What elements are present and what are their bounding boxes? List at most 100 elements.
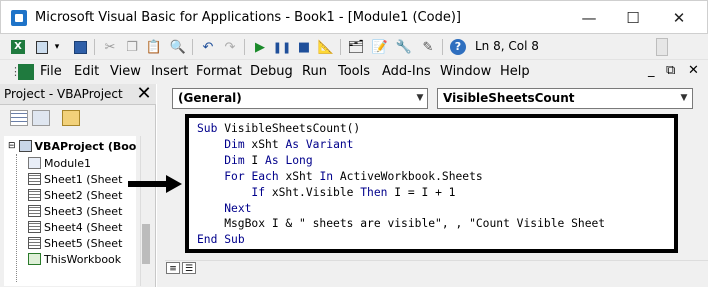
code-editor[interactable]: Sub VisibleSheetsCount() Dim xSht As Var… xyxy=(185,114,678,253)
break-icon[interactable]: ❚❚ xyxy=(272,37,292,57)
menu-insert[interactable]: Insert xyxy=(151,64,188,79)
tree-node-sheet4[interactable]: Sheet4 (Sheet xyxy=(28,219,122,235)
chevron-down-icon[interactable]: ▼ xyxy=(677,90,691,107)
menu-tools[interactable]: Tools xyxy=(338,64,370,79)
project-pane-toolbar xyxy=(0,106,156,132)
menu-add-ins[interactable]: Add-Ins xyxy=(382,64,431,79)
chevron-down-icon[interactable]: ▾ xyxy=(52,37,62,57)
code-line[interactable]: If xSht.Visible Then I = I + 1 xyxy=(197,185,605,201)
toolbar-overflow-handle[interactable] xyxy=(656,38,668,56)
project-tree: ⊟ VBAProject (Boo Module1 Sheet1 (Sheet … xyxy=(4,136,136,286)
object-browser-icon[interactable]: 🔧 xyxy=(394,37,414,57)
close-button[interactable]: ✕ xyxy=(661,5,697,31)
tree-label: Sheet2 (Sheet xyxy=(44,188,123,202)
tree-node-sheet3[interactable]: Sheet3 (Sheet xyxy=(28,203,122,219)
code-line[interactable]: MsgBox I & " sheets are visible", , "Cou… xyxy=(197,216,605,232)
code-line[interactable]: For Each xSht In ActiveWorkbook.Sheets xyxy=(197,169,605,185)
procedure-view-icon[interactable]: ≡ xyxy=(166,262,180,274)
tree-node-sheet5[interactable]: Sheet5 (Sheet xyxy=(28,235,122,251)
collapse-icon[interactable]: ⊟ xyxy=(8,141,16,151)
tree-node-thisworkbook[interactable]: ThisWorkbook xyxy=(28,251,121,267)
full-module-view-icon[interactable]: ☰ xyxy=(182,262,196,274)
copy-icon[interactable]: ❐ xyxy=(122,37,142,57)
tree-node-sheet2[interactable]: Sheet2 (Sheet xyxy=(28,187,122,203)
object-combo[interactable]: (General) xyxy=(172,88,428,109)
toolbar-separator xyxy=(192,39,193,55)
tree-label: ThisWorkbook xyxy=(44,252,122,266)
annotation-arrow-head xyxy=(166,175,182,193)
toggle-folders-icon[interactable] xyxy=(62,110,80,126)
menu-window[interactable]: Window xyxy=(440,64,491,79)
menu-format[interactable]: Format xyxy=(196,64,242,79)
run-icon[interactable]: ▶ xyxy=(250,37,270,57)
reset-icon[interactable]: ■ xyxy=(294,37,314,57)
project-tree-scroll-thumb[interactable] xyxy=(142,224,150,264)
toolbar-separator xyxy=(340,39,341,55)
module-icon xyxy=(28,157,41,169)
code-lines[interactable]: Sub VisibleSheetsCount() Dim xSht As Var… xyxy=(197,121,605,248)
menu-run[interactable]: Run xyxy=(302,64,327,79)
tree-label: Sheet5 (Sheet xyxy=(44,236,123,250)
project-pane-header: Project - VBAProject ✕ xyxy=(0,84,156,105)
chevron-down-icon[interactable]: ▼ xyxy=(413,90,427,107)
code-line[interactable]: End Sub xyxy=(197,232,605,248)
menu-edit[interactable]: Edit xyxy=(74,64,99,79)
tree-node-module1[interactable]: Module1 xyxy=(28,155,91,171)
title-bar: Microsoft Visual Basic for Applications … xyxy=(0,0,708,34)
procedure-combo[interactable]: VisibleSheetsCount xyxy=(437,88,693,109)
code-vertical-scrollbar[interactable] xyxy=(682,114,697,260)
menu-bar: ⋮ File Edit View Insert Format Debug Run… xyxy=(0,60,708,84)
view-code-icon[interactable] xyxy=(10,110,28,126)
sheet-icon xyxy=(28,237,41,249)
mdi-close-button[interactable]: ✕ xyxy=(688,63,699,78)
tree-label: VBAProject (Boo xyxy=(34,139,136,153)
sheet-icon xyxy=(28,221,41,233)
sheet-icon xyxy=(28,189,41,201)
workbook-icon xyxy=(28,253,41,265)
view-object-icon[interactable] xyxy=(32,110,50,126)
sheet-icon xyxy=(28,205,41,217)
menu-file[interactable]: File xyxy=(40,64,62,79)
tree-node-project[interactable]: ⊟ VBAProject (Boo xyxy=(8,138,136,154)
code-line[interactable]: Dim xSht As Variant xyxy=(197,137,605,153)
toolbox-icon[interactable]: ✎ xyxy=(418,37,438,57)
insert-module-icon[interactable] xyxy=(32,37,52,57)
code-bottom-strip xyxy=(165,260,708,275)
code-line[interactable]: Next xyxy=(197,201,605,217)
project-pane-close-button[interactable]: ✕ xyxy=(134,84,154,104)
save-icon[interactable] xyxy=(70,37,90,57)
mdi-minimize-button[interactable]: _ xyxy=(648,63,655,78)
excel-icon[interactable]: X xyxy=(8,37,28,57)
redo-icon[interactable]: ↷ xyxy=(220,37,240,57)
toolbar-separator xyxy=(442,39,443,55)
tree-label: Sheet3 (Sheet xyxy=(44,204,123,218)
annotation-arrow-shaft xyxy=(128,181,170,187)
standard-toolbar: X ▾ ✂ ❐ 📋 🔍 ↶ ↷ ▶ ❚❚ ■ 📐 🗂 📝 🔧 ✎ ? Ln 8,… xyxy=(0,34,708,60)
tree-node-sheet1[interactable]: Sheet1 (Sheet xyxy=(28,171,122,187)
paste-icon[interactable]: 📋 xyxy=(144,37,164,57)
minimize-button[interactable]: — xyxy=(571,5,607,31)
help-icon[interactable]: ? xyxy=(448,37,468,57)
code-line[interactable]: Dim I As Long xyxy=(197,153,605,169)
excel-icon[interactable] xyxy=(18,64,34,80)
project-icon xyxy=(18,140,32,152)
cut-icon[interactable]: ✂ xyxy=(100,37,120,57)
menu-debug[interactable]: Debug xyxy=(250,64,293,79)
find-icon[interactable]: 🔍 xyxy=(168,37,188,57)
project-explorer-icon[interactable]: 🗂 xyxy=(346,37,366,57)
project-pane-title: Project - VBAProject xyxy=(4,87,123,101)
code-line[interactable]: Sub VisibleSheetsCount() xyxy=(197,121,605,137)
design-mode-icon[interactable]: 📐 xyxy=(316,37,336,57)
menu-help[interactable]: Help xyxy=(500,64,530,79)
properties-icon[interactable]: 📝 xyxy=(370,37,390,57)
tree-label: Sheet4 (Sheet xyxy=(44,220,123,234)
sheet-icon xyxy=(28,173,41,185)
undo-icon[interactable]: ↶ xyxy=(198,37,218,57)
mdi-restore-button[interactable]: ⧉ xyxy=(666,63,675,78)
maximize-button[interactable]: ☐ xyxy=(615,5,651,31)
menu-view[interactable]: View xyxy=(110,64,141,79)
cursor-position: Ln 8, Col 8 xyxy=(475,39,539,53)
toolbar-separator xyxy=(94,39,95,55)
toolbar-separator xyxy=(244,39,245,55)
tree-label: Module1 xyxy=(44,156,91,170)
